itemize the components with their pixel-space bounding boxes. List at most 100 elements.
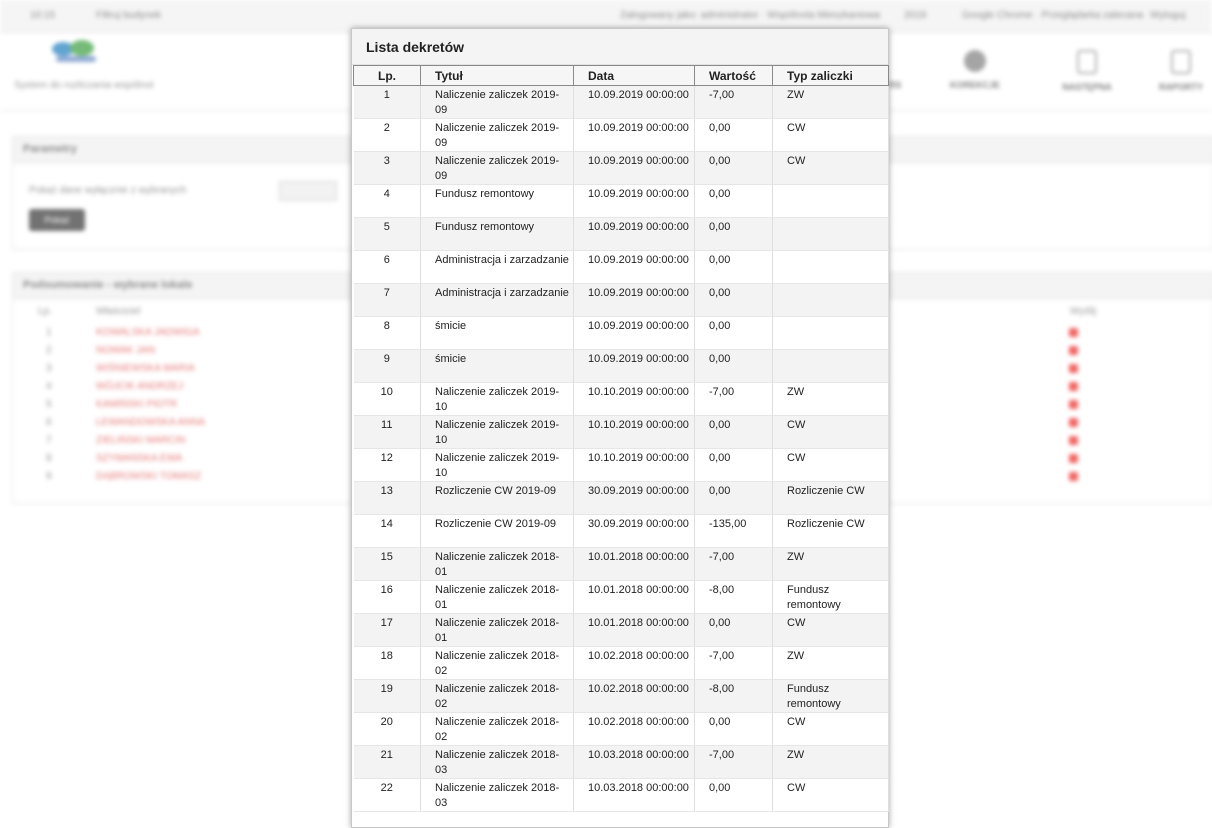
status-marker-icon[interactable] bbox=[1069, 454, 1078, 463]
table-row[interactable]: 11 Naliczenie zaliczek 2019-10 10.10.2019 … bbox=[353, 415, 889, 449]
status-marker-icon[interactable] bbox=[1069, 418, 1078, 427]
report-icon bbox=[1171, 50, 1191, 74]
cell-advance-type: CW bbox=[772, 118, 889, 152]
owner-name-link[interactable]: NOWAK JAN bbox=[96, 345, 155, 356]
cell-value: 0,00 bbox=[694, 151, 773, 185]
table-row[interactable]: 1 Naliczenie zaliczek 2019-09 10.09.2019 0… bbox=[353, 85, 889, 119]
cell-title: śmicie bbox=[420, 349, 574, 383]
owner-number: 9 bbox=[46, 471, 52, 482]
table-row[interactable]: 4 Fundusz remontowy 10.09.2019 00:00:00 0,0… bbox=[353, 184, 889, 218]
table-row[interactable]: 12 Naliczenie zaliczek 2019-10 10.10.2019 … bbox=[353, 448, 889, 482]
cell-lp: 19 bbox=[353, 679, 421, 713]
table-row[interactable]: 2 Naliczenie zaliczek 2019-09 10.09.2019 0… bbox=[353, 118, 889, 152]
nav-button-raporty[interactable]: RAPORTY bbox=[1136, 50, 1212, 92]
bg-col-lp: Lp. bbox=[38, 306, 52, 317]
status-marker-icon[interactable] bbox=[1069, 436, 1078, 445]
owner-name-link[interactable]: WIŚNIEWSKA MARIA bbox=[96, 363, 195, 374]
cell-advance-type: CW bbox=[772, 415, 889, 449]
cell-advance-type: ZW bbox=[772, 547, 889, 581]
cell-title: Fundusz remontowy bbox=[420, 184, 574, 218]
cell-lp: 21 bbox=[353, 745, 421, 779]
cell-date: 10.02.2018 00:00:00 bbox=[573, 646, 695, 680]
owner-name-link[interactable]: LEWANDOWSKA ANNA bbox=[96, 417, 205, 428]
cell-advance-type: ZW bbox=[772, 646, 889, 680]
cell-title: Naliczenie zaliczek 2018-01 bbox=[420, 613, 574, 647]
owner-name-link[interactable]: KAMIŃSKI PIOTR bbox=[96, 399, 177, 410]
nav-button-nastepna[interactable]: NASTĘPNA bbox=[1042, 50, 1132, 92]
owner-number: 5 bbox=[46, 399, 52, 410]
logo-subtitle: System do rozliczania wspólnot bbox=[14, 80, 154, 91]
cell-title: Naliczenie zaliczek 2019-10 bbox=[420, 415, 574, 449]
cell-value: 0,00 bbox=[694, 415, 773, 449]
status-marker-icon[interactable] bbox=[1069, 400, 1078, 409]
table-row[interactable]: 3 Naliczenie zaliczek 2019-09 10.09.2019 0… bbox=[353, 151, 889, 185]
owner-name-link[interactable]: DĄBROWSKI TOMASZ bbox=[96, 471, 201, 482]
cell-advance-type bbox=[772, 349, 889, 383]
owner-number: 7 bbox=[46, 435, 52, 446]
cell-lp: 4 bbox=[353, 184, 421, 218]
table-row[interactable]: 5 Fundusz remontowy 10.09.2019 00:00:00 0,0… bbox=[353, 217, 889, 251]
cell-lp: 16 bbox=[353, 580, 421, 614]
table-row[interactable]: 21 Naliczenie zaliczek 2018-03 10.03.2018 … bbox=[353, 745, 889, 779]
cell-lp: 22 bbox=[353, 778, 421, 812]
cell-lp: 11 bbox=[353, 415, 421, 449]
table-row[interactable]: 18 Naliczenie zaliczek 2018-02 10.02.2018 … bbox=[353, 646, 889, 680]
dialog-title: Lista dekretów bbox=[352, 29, 888, 65]
params-select[interactable] bbox=[279, 181, 337, 201]
table-row[interactable]: 15 Naliczenie zaliczek 2018-01 10.01.2018 … bbox=[353, 547, 889, 581]
cell-advance-type bbox=[772, 184, 889, 218]
table-row[interactable]: 6 Administracja i zarzadzanie 10.09.2019 0… bbox=[353, 250, 889, 284]
cell-value: -7,00 bbox=[694, 85, 773, 119]
table-row[interactable]: 9 śmicie 10.09.2019 00:00:00 0,00 bbox=[353, 349, 889, 383]
table-row[interactable]: 16 Naliczenie zaliczek 2018-01 10.01.2018 … bbox=[353, 580, 889, 614]
cell-lp: 2 bbox=[353, 118, 421, 152]
cell-advance-type bbox=[772, 217, 889, 251]
cell-lp: 5 bbox=[353, 217, 421, 251]
cell-date: 30.09.2019 00:00:00 bbox=[573, 481, 695, 515]
logout-link[interactable]: Wyloguj bbox=[1150, 10, 1185, 21]
cell-date: 10.10.2019 00:00:00 bbox=[573, 382, 695, 416]
cell-date: 10.09.2019 00:00:00 bbox=[573, 316, 695, 350]
cell-advance-type: ZW bbox=[772, 382, 889, 416]
col-header-value[interactable]: Wartość bbox=[694, 65, 773, 86]
status-marker-icon[interactable] bbox=[1069, 472, 1078, 481]
cell-date: 30.09.2019 00:00:00 bbox=[573, 514, 695, 548]
nav-button-korekcje[interactable]: KOREKCJE bbox=[930, 50, 1020, 90]
col-header-advance-type[interactable]: Typ zaliczki bbox=[772, 65, 889, 86]
status-marker-icon[interactable] bbox=[1069, 382, 1078, 391]
cell-title: Naliczenie zaliczek 2018-02 bbox=[420, 679, 574, 713]
status-marker-icon[interactable] bbox=[1069, 346, 1078, 355]
owner-name-link[interactable]: WÓJCIK ANDRZEJ bbox=[96, 381, 183, 392]
cell-advance-type: CW bbox=[772, 151, 889, 185]
table-row[interactable]: 17 Naliczenie zaliczek 2018-01 10.01.2018 … bbox=[353, 613, 889, 647]
building-filter[interactable]: Filtruj budynek bbox=[96, 10, 161, 21]
cell-value: 0,00 bbox=[694, 118, 773, 152]
table-row[interactable]: 7 Administracja i zarzadzanie 10.09.2019 0… bbox=[353, 283, 889, 317]
table-row[interactable]: 19 Naliczenie zaliczek 2018-02 10.02.2018 … bbox=[353, 679, 889, 713]
table-row[interactable]: 20 Naliczenie zaliczek 2018-02 10.02.2018 … bbox=[353, 712, 889, 746]
cell-advance-type: CW bbox=[772, 448, 889, 482]
params-label: Pokaż dane wyłącznie z wybranych bbox=[29, 185, 187, 196]
col-header-date[interactable]: Data bbox=[573, 65, 695, 86]
cell-date: 10.10.2019 00:00:00 bbox=[573, 415, 695, 449]
cell-title: Naliczenie zaliczek 2019-10 bbox=[420, 448, 574, 482]
table-row[interactable]: 8 śmicie 10.09.2019 00:00:00 0,00 bbox=[353, 316, 889, 350]
owner-name-link[interactable]: SZYMAŃSKA EWA bbox=[96, 453, 182, 464]
cell-value: -7,00 bbox=[694, 745, 773, 779]
col-header-title[interactable]: Tytuł bbox=[420, 65, 574, 86]
status-marker-icon[interactable] bbox=[1069, 364, 1078, 373]
table-row[interactable]: 22 Naliczenie zaliczek 2018-03 10.03.2018 … bbox=[353, 778, 889, 812]
show-button[interactable]: Pokaż bbox=[29, 209, 85, 231]
owner-name-link[interactable]: KOWALSKA JADWIGA bbox=[96, 327, 200, 338]
cell-value: -135,00 bbox=[694, 514, 773, 548]
cell-value: -8,00 bbox=[694, 580, 773, 614]
status-marker-icon[interactable] bbox=[1069, 328, 1078, 337]
table-row[interactable]: 14 Rozliczenie CW 2019-09 30.09.2019 00:00… bbox=[353, 514, 889, 548]
owner-name-link[interactable]: ZIELIŃSKI MARCIN bbox=[96, 435, 185, 446]
topbar-date: 2019 bbox=[904, 10, 927, 21]
table-row[interactable]: 13 Rozliczenie CW 2019-09 30.09.2019 00:00… bbox=[353, 481, 889, 515]
table-row[interactable]: 10 Naliczenie zaliczek 2019-10 10.10.2019 … bbox=[353, 382, 889, 416]
col-header-lp[interactable]: Lp. bbox=[353, 65, 421, 86]
cell-value: 0,00 bbox=[694, 316, 773, 350]
owner-number: 6 bbox=[46, 417, 52, 428]
